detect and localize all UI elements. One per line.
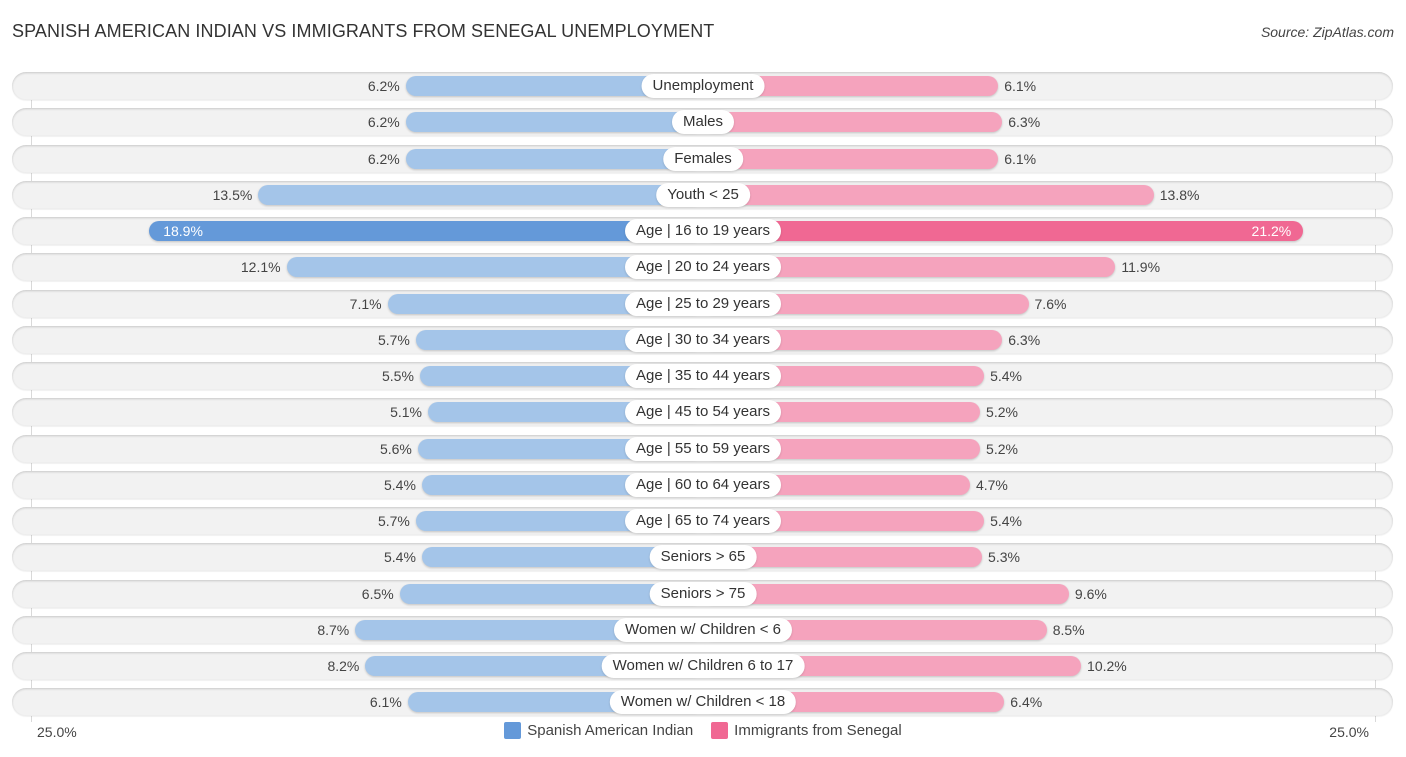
value-label-spanish-american-indian: 6.1% [369, 694, 402, 710]
value-label-spanish-american-indian: 5.7% [377, 332, 410, 348]
value-label-immigrants-from-senegal: 7.6% [1034, 296, 1067, 312]
bar-immigrants-from-senegal[interactable] [703, 185, 1154, 205]
value-label-spanish-american-indian: 5.4% [384, 477, 416, 493]
legend-item-immigrants-from-senegal[interactable]: Immigrants from Senegal [711, 722, 902, 739]
value-label-spanish-american-indian: 12.1% [240, 259, 281, 275]
value-label-spanish-american-indian: 5.7% [377, 513, 410, 529]
category-label: Age | 25 to 29 years [625, 292, 781, 316]
category-label: Age | 30 to 34 years [625, 328, 781, 352]
value-label-immigrants-from-senegal: 21.2% [1251, 223, 1292, 239]
category-label: Seniors > 75 [649, 582, 757, 606]
category-label: Women w/ Children 6 to 17 [601, 654, 805, 678]
bar-spanish-american-indian[interactable] [149, 221, 703, 241]
value-label-immigrants-from-senegal: 5.2% [986, 441, 1018, 457]
value-label-immigrants-from-senegal: 6.3% [1008, 332, 1041, 348]
value-label-immigrants-from-senegal: 5.3% [988, 549, 1020, 565]
value-label-immigrants-from-senegal: 9.6% [1074, 586, 1107, 602]
value-label-immigrants-from-senegal: 11.9% [1121, 259, 1161, 275]
legend-swatch-blue [504, 722, 522, 739]
value-label-spanish-american-indian: 5.1% [390, 404, 422, 420]
category-label: Females [663, 147, 743, 171]
bar-spanish-american-indian[interactable] [258, 185, 703, 205]
value-label-spanish-american-indian: 6.2% [367, 78, 400, 94]
value-label-immigrants-from-senegal: 6.1% [1004, 78, 1037, 94]
legend: Spanish American Indian Immigrants from … [0, 722, 1406, 739]
legend-label: Spanish American Indian [527, 722, 694, 739]
category-label: Seniors > 65 [649, 545, 757, 569]
bar-immigrants-from-senegal[interactable] [703, 584, 1069, 604]
value-label-spanish-american-indian: 8.2% [327, 658, 360, 674]
value-label-immigrants-from-senegal: 6.1% [1004, 151, 1037, 167]
value-label-spanish-american-indian: 5.6% [379, 441, 412, 457]
category-label: Age | 16 to 19 years [625, 219, 781, 243]
value-label-spanish-american-indian: 13.5% [212, 187, 253, 203]
bar-spanish-american-indian[interactable] [405, 112, 703, 132]
category-label: Women w/ Children < 6 [613, 618, 793, 642]
category-label: Youth < 25 [656, 183, 750, 207]
category-label: Age | 55 to 59 years [625, 437, 781, 461]
category-label: Age | 45 to 54 years [625, 400, 781, 424]
value-label-spanish-american-indian: 8.7% [317, 622, 350, 638]
category-label: Unemployment [641, 74, 765, 98]
category-label: Age | 20 to 24 years [625, 255, 781, 279]
chart-title: SPANISH AMERICAN INDIAN VS IMMIGRANTS FR… [12, 21, 715, 41]
category-label: Males [671, 110, 735, 134]
value-label-spanish-american-indian: 18.9% [163, 223, 203, 239]
legend-item-spanish-american-indian[interactable]: Spanish American Indian [504, 722, 693, 739]
bar-immigrants-from-senegal[interactable] [703, 221, 1304, 241]
value-label-spanish-american-indian: 6.2% [367, 114, 400, 130]
value-label-immigrants-from-senegal: 5.4% [990, 513, 1022, 529]
value-label-spanish-american-indian: 6.2% [367, 151, 400, 167]
value-label-spanish-american-indian: 5.4% [384, 549, 416, 565]
bar-spanish-american-indian[interactable] [405, 149, 703, 169]
value-label-immigrants-from-senegal: 5.4% [990, 368, 1022, 384]
value-label-spanish-american-indian: 7.1% [349, 296, 382, 312]
value-label-immigrants-from-senegal: 5.2% [986, 404, 1018, 420]
source-label: Source: ZipAtlas.com [1260, 24, 1394, 40]
category-label: Women w/ Children < 18 [609, 690, 797, 714]
value-label-immigrants-from-senegal: 6.4% [1010, 694, 1043, 710]
bar-immigrants-from-senegal[interactable] [703, 149, 999, 169]
category-label: Age | 60 to 64 years [625, 473, 781, 497]
value-label-spanish-american-indian: 6.5% [361, 586, 394, 602]
value-label-immigrants-from-senegal: 10.2% [1087, 658, 1127, 674]
value-label-immigrants-from-senegal: 13.8% [1159, 187, 1200, 203]
category-label: Age | 65 to 74 years [625, 509, 781, 533]
value-label-immigrants-from-senegal: 4.7% [975, 477, 1008, 493]
value-label-immigrants-from-senegal: 6.3% [1008, 114, 1041, 130]
category-label: Age | 35 to 44 years [625, 364, 781, 388]
legend-swatch-pink [711, 722, 729, 739]
value-label-immigrants-from-senegal: 8.5% [1052, 622, 1085, 638]
legend-label: Immigrants from Senegal [734, 722, 902, 739]
value-label-spanish-american-indian: 5.5% [381, 368, 414, 384]
bar-immigrants-from-senegal[interactable] [703, 112, 1003, 132]
